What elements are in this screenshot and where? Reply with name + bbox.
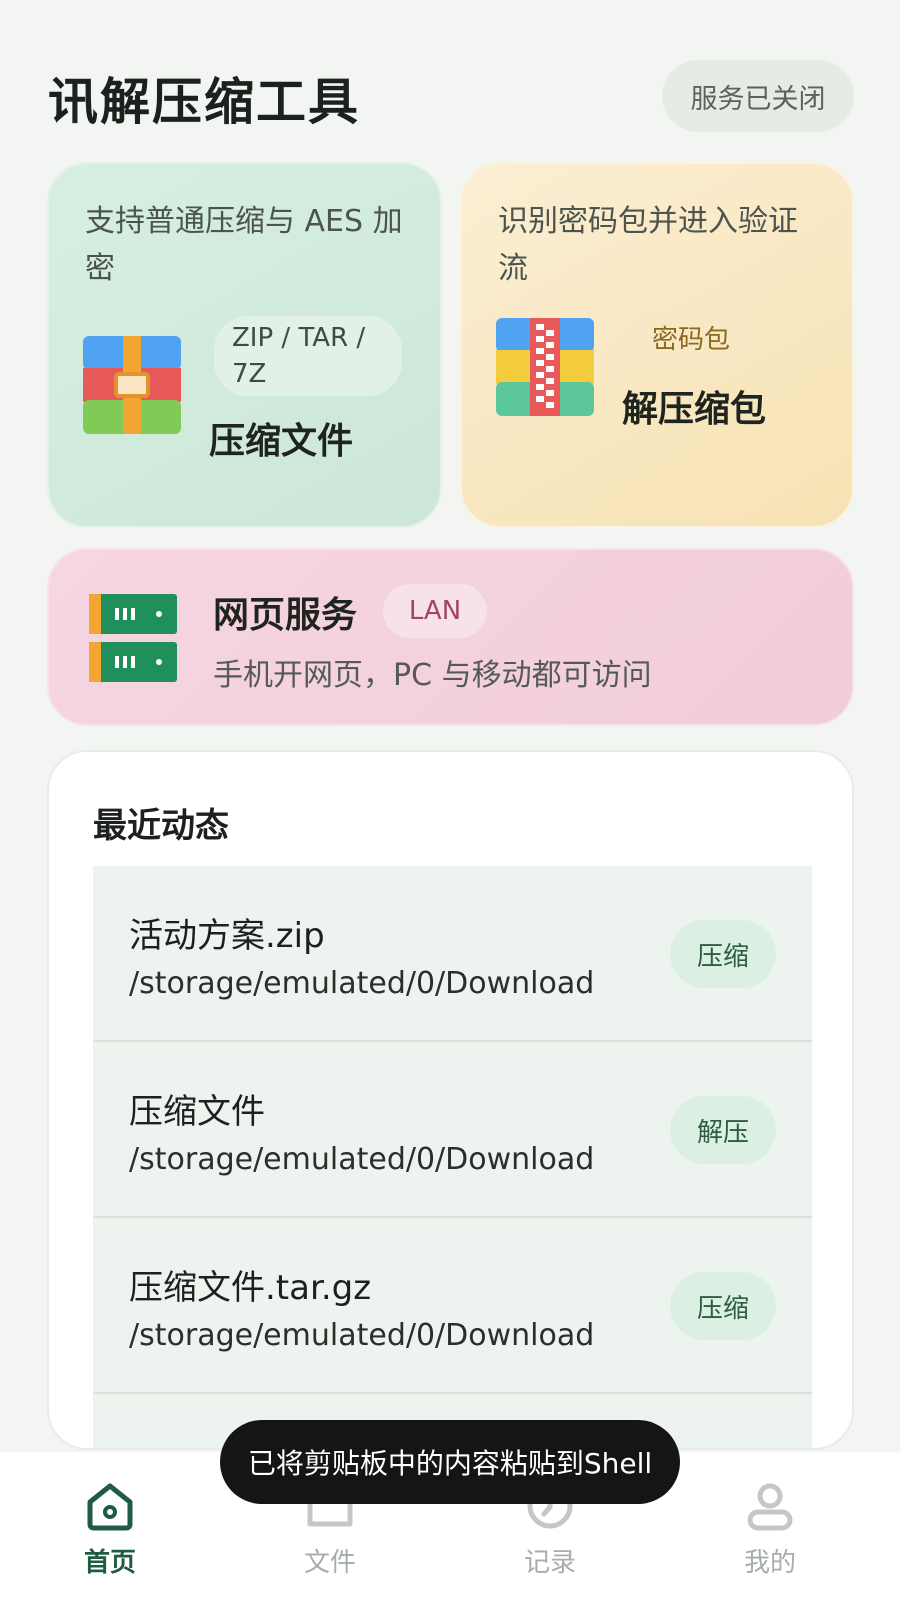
home-icon	[87, 1483, 133, 1531]
recent-row[interactable]: 压缩文件 /storage/emulated/0/Download 解压	[93, 1042, 812, 1218]
file-path: /storage/emulated/0/Download	[129, 1318, 595, 1353]
compress-card-description: 支持普通压缩与 AES 加密	[85, 204, 403, 286]
nav-home[interactable]: 首页	[50, 1480, 170, 1590]
zipper-archive-icon	[496, 318, 594, 420]
profile-icon	[747, 1483, 793, 1531]
service-status-button[interactable]: 服务已关闭	[662, 60, 854, 132]
app-title: 讯解压缩工具	[48, 73, 360, 131]
recent-activity-card: 最近动态 活动方案.zip /storage/emulated/0/Downlo…	[47, 750, 854, 1450]
recent-activity-title: 最近动态	[93, 806, 229, 846]
format-tag: ZIP / TAR / 7Z	[214, 316, 402, 396]
compress-card-label: 压缩文件	[209, 421, 354, 462]
web-service-title: 网页服务	[213, 595, 358, 636]
action-badge: 压缩	[670, 1272, 776, 1340]
extract-card-label: 解压缩包	[622, 389, 767, 430]
web-service-card[interactable]: 网页服务 LAN 手机开网页，PC 与移动都可访问	[47, 548, 854, 726]
recent-row[interactable]: 活动方案.zip /storage/emulated/0/Download 压缩	[93, 866, 812, 1042]
file-path: /storage/emulated/0/Download	[129, 966, 595, 1001]
toast-message: 已将剪贴板中的内容粘贴到Shell	[220, 1420, 680, 1504]
nav-history-label: 记录	[523, 1548, 576, 1578]
recent-row[interactable]: 压缩文件.tar.gz /storage/emulated/0/Download…	[93, 1218, 812, 1394]
file-name: 活动方案.zip	[129, 916, 325, 956]
file-name: 压缩文件	[129, 1092, 265, 1132]
extract-card[interactable]: 识别密码包并进入验证流 密码包 解压缩包	[460, 162, 854, 528]
action-badge: 压缩	[670, 920, 776, 988]
web-service-description: 手机开网页，PC 与移动都可访问	[213, 658, 652, 693]
nav-profile-label: 我的	[743, 1548, 796, 1578]
server-icon	[89, 594, 177, 688]
archive-box-icon	[83, 336, 181, 438]
recent-list: 活动方案.zip /storage/emulated/0/Download 压缩…	[93, 866, 812, 1448]
compress-card[interactable]: 支持普通压缩与 AES 加密 ZIP / TAR / 7Z 压缩文件	[47, 162, 442, 528]
password-pack-tag: 密码包	[626, 311, 756, 363]
action-badge: 解压	[670, 1096, 776, 1164]
lan-tag: LAN	[383, 584, 487, 638]
file-path: /storage/emulated/0/Download	[129, 1142, 595, 1177]
nav-profile[interactable]: 我的	[710, 1480, 830, 1590]
nav-home-label: 首页	[83, 1548, 136, 1578]
file-name: 压缩文件.tar.gz	[129, 1268, 372, 1308]
extract-card-description: 识别密码包并进入验证流	[498, 204, 798, 286]
nav-files-label: 文件	[303, 1548, 356, 1578]
